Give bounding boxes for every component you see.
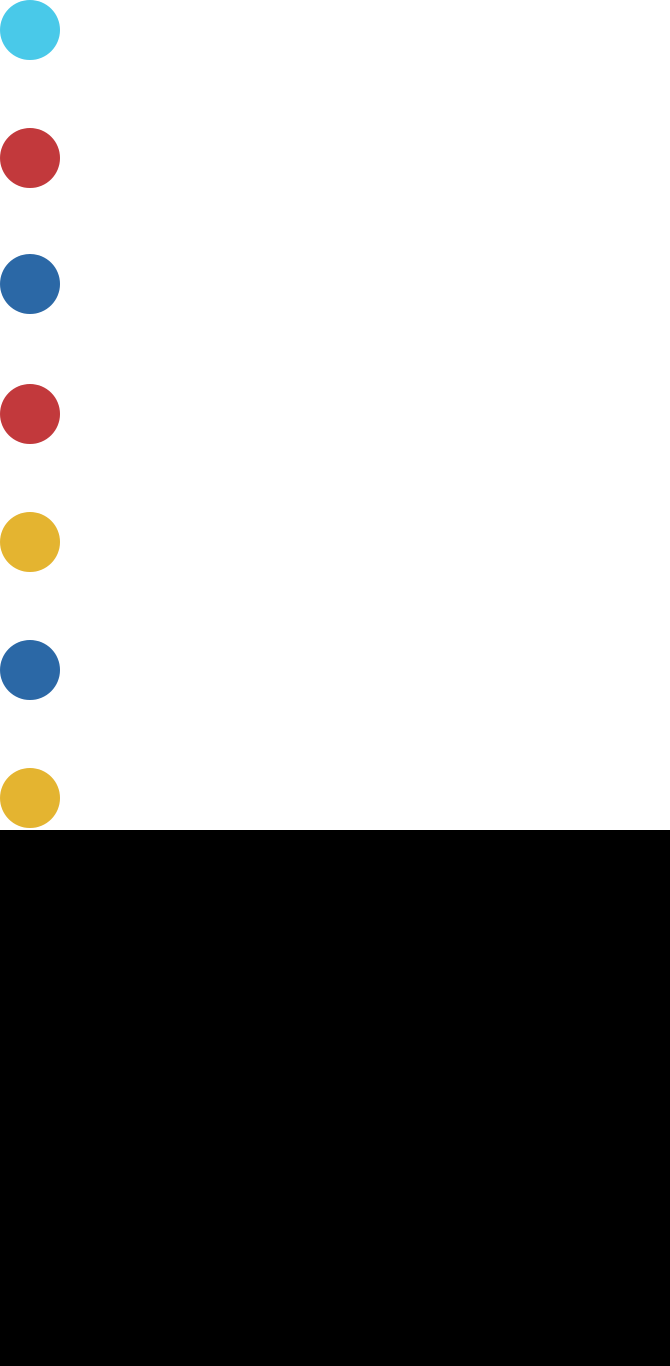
dot-yellow-icon	[0, 768, 60, 828]
dot-red-icon	[0, 128, 60, 188]
dot-cyan-icon	[0, 0, 60, 60]
dot-blue-icon	[0, 254, 60, 314]
black-area	[0, 830, 670, 1366]
screen	[0, 0, 670, 1366]
dot-blue-icon	[0, 640, 60, 700]
dot-red-icon	[0, 384, 60, 444]
dot-column	[0, 0, 60, 830]
content-panel	[0, 0, 670, 830]
dot-yellow-icon	[0, 512, 60, 572]
